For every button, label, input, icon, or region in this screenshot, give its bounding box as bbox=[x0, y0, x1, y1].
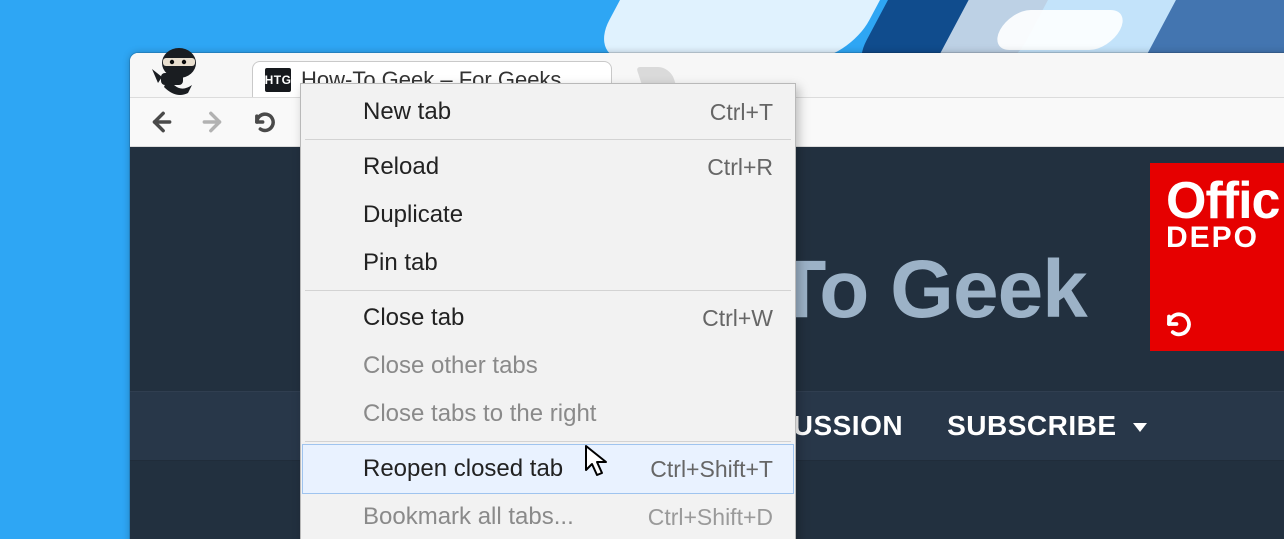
context-menu-item-shortcut: Ctrl+W bbox=[702, 305, 773, 332]
ad-banner[interactable]: Offic DEPO bbox=[1150, 163, 1284, 351]
context-menu-item-close-tabs-to-the-right: Close tabs to the right bbox=[303, 390, 793, 438]
context-menu-item-label: New tab bbox=[363, 98, 451, 126]
profile-ninja-icon[interactable] bbox=[148, 47, 204, 97]
context-menu-separator bbox=[305, 139, 791, 140]
site-title-text: -To Geek bbox=[750, 243, 1087, 337]
context-menu-separator bbox=[305, 441, 791, 442]
context-menu-item-shortcut: Ctrl+T bbox=[710, 99, 773, 126]
context-menu-item-label: Bookmark all tabs... bbox=[363, 503, 574, 531]
context-menu-item-close-other-tabs: Close other tabs bbox=[303, 342, 793, 390]
context-menu-item-label: Duplicate bbox=[363, 201, 463, 229]
context-menu-item-label: Pin tab bbox=[363, 249, 438, 277]
context-menu-item-reopen-closed-tab[interactable]: Reopen closed tab Ctrl+Shift+T bbox=[303, 445, 793, 493]
ad-refresh-icon[interactable] bbox=[1164, 309, 1194, 339]
nav-item-subscribe[interactable]: SUBSCRIBE bbox=[925, 410, 1169, 442]
context-menu-item-label: Close tabs to the right bbox=[363, 400, 596, 428]
context-menu-item-shortcut: Ctrl+R bbox=[707, 154, 773, 181]
context-menu-item-bookmark-all-tabs: Bookmark all tabs... Ctrl+Shift+D bbox=[303, 493, 793, 539]
context-menu-item-label: Close other tabs bbox=[363, 352, 538, 380]
context-menu-item-label: Close tab bbox=[363, 304, 464, 332]
context-menu-item-duplicate[interactable]: Duplicate bbox=[303, 191, 793, 239]
ad-line1: Offic bbox=[1166, 175, 1284, 227]
context-menu-item-reload[interactable]: Reload Ctrl+R bbox=[303, 143, 793, 191]
context-menu-item-shortcut: Ctrl+Shift+T bbox=[650, 456, 773, 483]
context-menu-item-new-tab[interactable]: New tab Ctrl+T bbox=[303, 88, 793, 136]
nav-subscribe-label: SUBSCRIBE bbox=[947, 410, 1116, 441]
reload-button[interactable] bbox=[248, 105, 282, 139]
context-menu-item-close-tab[interactable]: Close tab Ctrl+W bbox=[303, 294, 793, 342]
back-button[interactable] bbox=[144, 105, 178, 139]
context-menu-item-label: Reload bbox=[363, 153, 439, 181]
forward-button[interactable] bbox=[196, 105, 230, 139]
chevron-down-icon bbox=[1133, 423, 1147, 432]
context-menu-item-label: Reopen closed tab bbox=[363, 455, 563, 483]
context-menu-item-pin-tab[interactable]: Pin tab bbox=[303, 239, 793, 287]
tab-favicon: HTG bbox=[265, 68, 291, 92]
context-menu-item-shortcut: Ctrl+Shift+D bbox=[648, 504, 773, 531]
tab-context-menu: New tab Ctrl+T Reload Ctrl+R Duplicate Pin ta… bbox=[300, 83, 796, 539]
context-menu-separator bbox=[305, 290, 791, 291]
